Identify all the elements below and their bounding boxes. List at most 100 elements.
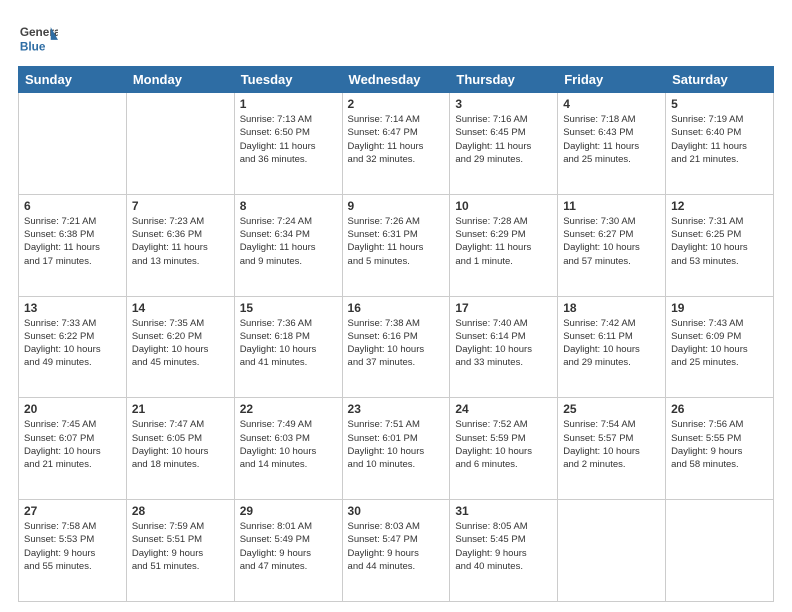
calendar-cell bbox=[126, 93, 234, 195]
calendar-cell: 19Sunrise: 7:43 AM Sunset: 6:09 PM Dayli… bbox=[666, 296, 774, 398]
day-number: 10 bbox=[455, 199, 552, 213]
calendar-cell: 16Sunrise: 7:38 AM Sunset: 6:16 PM Dayli… bbox=[342, 296, 450, 398]
day-info: Sunrise: 7:26 AM Sunset: 6:31 PM Dayligh… bbox=[348, 215, 445, 268]
calendar-cell: 9 Sunrise: 7:26 AM Sunset: 6:31 PM Daylig… bbox=[342, 194, 450, 296]
calendar-cell: 15 Sunrise: 7:36 AM Sunset: 6:18 PM Dayli… bbox=[234, 296, 342, 398]
day-info: Sunrise: 7:28 AM Sunset: 6:29 PM Dayligh… bbox=[455, 215, 552, 268]
calendar-cell: 20Sunrise: 7:45 AM Sunset: 6:07 PM Dayli… bbox=[19, 398, 127, 500]
calendar-cell bbox=[19, 93, 127, 195]
calendar-cell: 5Sunrise: 7:19 AM Sunset: 6:40 PM Daylig… bbox=[666, 93, 774, 195]
calendar-cell bbox=[558, 500, 666, 602]
day-info: Sunrise: 8:03 AM Sunset: 5:47 PM Dayligh… bbox=[348, 520, 445, 573]
day-number: 2 bbox=[348, 97, 445, 111]
day-number: 7 bbox=[132, 199, 229, 213]
day-info: Sunrise: 7:49 AM Sunset: 6:03 PM Dayligh… bbox=[240, 418, 337, 471]
day-number: 27 bbox=[24, 504, 121, 518]
day-info: Sunrise: 7:58 AM Sunset: 5:53 PM Dayligh… bbox=[24, 520, 121, 573]
calendar-cell: 25Sunrise: 7:54 AM Sunset: 5:57 PM Dayli… bbox=[558, 398, 666, 500]
calendar-table: SundayMondayTuesdayWednesdayThursdayFrid… bbox=[18, 66, 774, 602]
calendar-cell bbox=[666, 500, 774, 602]
day-number: 23 bbox=[348, 402, 445, 416]
day-info: Sunrise: 7:35 AM Sunset: 6:20 PM Dayligh… bbox=[132, 317, 229, 370]
day-info: Sunrise: 7:23 AM Sunset: 6:36 PM Dayligh… bbox=[132, 215, 229, 268]
week-row-2: 6Sunrise: 7:21 AM Sunset: 6:38 PM Daylig… bbox=[19, 194, 774, 296]
weekday-header-wednesday: Wednesday bbox=[342, 67, 450, 93]
calendar-cell: 7 Sunrise: 7:23 AM Sunset: 6:36 PM Daylig… bbox=[126, 194, 234, 296]
calendar-cell: 12 Sunrise: 7:31 AM Sunset: 6:25 PM Dayli… bbox=[666, 194, 774, 296]
calendar-cell: 17Sunrise: 7:40 AM Sunset: 6:14 PM Dayli… bbox=[450, 296, 558, 398]
day-info: Sunrise: 7:38 AM Sunset: 6:16 PM Dayligh… bbox=[348, 317, 445, 370]
weekday-header-tuesday: Tuesday bbox=[234, 67, 342, 93]
week-row-4: 20Sunrise: 7:45 AM Sunset: 6:07 PM Dayli… bbox=[19, 398, 774, 500]
calendar-cell: 3 Sunrise: 7:16 AM Sunset: 6:45 PM Daylig… bbox=[450, 93, 558, 195]
day-number: 24 bbox=[455, 402, 552, 416]
svg-text:Blue: Blue bbox=[20, 40, 46, 54]
calendar-cell: 13 Sunrise: 7:33 AM Sunset: 6:22 PM Dayli… bbox=[19, 296, 127, 398]
day-number: 3 bbox=[455, 97, 552, 111]
week-row-5: 27 Sunrise: 7:58 AM Sunset: 5:53 PM Dayli… bbox=[19, 500, 774, 602]
weekday-header-sunday: Sunday bbox=[19, 67, 127, 93]
day-number: 25 bbox=[563, 402, 660, 416]
day-number: 26 bbox=[671, 402, 768, 416]
calendar-cell: 11 Sunrise: 7:30 AM Sunset: 6:27 PM Dayli… bbox=[558, 194, 666, 296]
calendar-cell: 8 Sunrise: 7:24 AM Sunset: 6:34 PM Daylig… bbox=[234, 194, 342, 296]
day-number: 18 bbox=[563, 301, 660, 315]
calendar-cell: 2 Sunrise: 7:14 AM Sunset: 6:47 PM Daylig… bbox=[342, 93, 450, 195]
day-number: 12 bbox=[671, 199, 768, 213]
day-number: 28 bbox=[132, 504, 229, 518]
day-number: 8 bbox=[240, 199, 337, 213]
weekday-header-row: SundayMondayTuesdayWednesdayThursdayFrid… bbox=[19, 67, 774, 93]
day-info: Sunrise: 7:21 AM Sunset: 6:38 PM Dayligh… bbox=[24, 215, 121, 268]
day-info: Sunrise: 7:47 AM Sunset: 6:05 PM Dayligh… bbox=[132, 418, 229, 471]
day-number: 30 bbox=[348, 504, 445, 518]
calendar-cell: 22 Sunrise: 7:49 AM Sunset: 6:03 PM Dayli… bbox=[234, 398, 342, 500]
day-info: Sunrise: 7:30 AM Sunset: 6:27 PM Dayligh… bbox=[563, 215, 660, 268]
day-number: 22 bbox=[240, 402, 337, 416]
logo: General Blue bbox=[18, 18, 58, 58]
day-number: 4 bbox=[563, 97, 660, 111]
calendar-cell: 6Sunrise: 7:21 AM Sunset: 6:38 PM Daylig… bbox=[19, 194, 127, 296]
day-info: Sunrise: 7:14 AM Sunset: 6:47 PM Dayligh… bbox=[348, 113, 445, 166]
calendar-cell: 30 Sunrise: 8:03 AM Sunset: 5:47 PM Dayli… bbox=[342, 500, 450, 602]
logo-icon: General Blue bbox=[18, 18, 58, 58]
calendar-cell: 23 Sunrise: 7:51 AM Sunset: 6:01 PM Dayli… bbox=[342, 398, 450, 500]
weekday-header-friday: Friday bbox=[558, 67, 666, 93]
page-header: General Blue bbox=[18, 18, 774, 58]
day-info: Sunrise: 7:24 AM Sunset: 6:34 PM Dayligh… bbox=[240, 215, 337, 268]
week-row-3: 13 Sunrise: 7:33 AM Sunset: 6:22 PM Dayli… bbox=[19, 296, 774, 398]
calendar-cell: 31Sunrise: 8:05 AM Sunset: 5:45 PM Dayli… bbox=[450, 500, 558, 602]
day-number: 29 bbox=[240, 504, 337, 518]
day-info: Sunrise: 7:40 AM Sunset: 6:14 PM Dayligh… bbox=[455, 317, 552, 370]
day-number: 20 bbox=[24, 402, 121, 416]
day-number: 5 bbox=[671, 97, 768, 111]
day-number: 31 bbox=[455, 504, 552, 518]
day-number: 15 bbox=[240, 301, 337, 315]
day-info: Sunrise: 7:31 AM Sunset: 6:25 PM Dayligh… bbox=[671, 215, 768, 268]
calendar-cell: 4 Sunrise: 7:18 AM Sunset: 6:43 PM Daylig… bbox=[558, 93, 666, 195]
day-info: Sunrise: 7:18 AM Sunset: 6:43 PM Dayligh… bbox=[563, 113, 660, 166]
day-info: Sunrise: 7:56 AM Sunset: 5:55 PM Dayligh… bbox=[671, 418, 768, 471]
weekday-header-thursday: Thursday bbox=[450, 67, 558, 93]
day-number: 9 bbox=[348, 199, 445, 213]
day-number: 11 bbox=[563, 199, 660, 213]
calendar-cell: 24 Sunrise: 7:52 AM Sunset: 5:59 PM Dayli… bbox=[450, 398, 558, 500]
day-info: Sunrise: 7:43 AM Sunset: 6:09 PM Dayligh… bbox=[671, 317, 768, 370]
day-info: Sunrise: 7:51 AM Sunset: 6:01 PM Dayligh… bbox=[348, 418, 445, 471]
day-info: Sunrise: 7:42 AM Sunset: 6:11 PM Dayligh… bbox=[563, 317, 660, 370]
calendar-cell: 10 Sunrise: 7:28 AM Sunset: 6:29 PM Dayli… bbox=[450, 194, 558, 296]
day-info: Sunrise: 7:36 AM Sunset: 6:18 PM Dayligh… bbox=[240, 317, 337, 370]
day-info: Sunrise: 7:13 AM Sunset: 6:50 PM Dayligh… bbox=[240, 113, 337, 166]
calendar-cell: 27 Sunrise: 7:58 AM Sunset: 5:53 PM Dayli… bbox=[19, 500, 127, 602]
calendar-cell: 1Sunrise: 7:13 AM Sunset: 6:50 PM Daylig… bbox=[234, 93, 342, 195]
day-number: 13 bbox=[24, 301, 121, 315]
calendar-cell: 29 Sunrise: 8:01 AM Sunset: 5:49 PM Dayli… bbox=[234, 500, 342, 602]
week-row-1: 1Sunrise: 7:13 AM Sunset: 6:50 PM Daylig… bbox=[19, 93, 774, 195]
day-info: Sunrise: 7:16 AM Sunset: 6:45 PM Dayligh… bbox=[455, 113, 552, 166]
day-info: Sunrise: 7:52 AM Sunset: 5:59 PM Dayligh… bbox=[455, 418, 552, 471]
day-number: 14 bbox=[132, 301, 229, 315]
day-info: Sunrise: 8:01 AM Sunset: 5:49 PM Dayligh… bbox=[240, 520, 337, 573]
day-info: Sunrise: 7:33 AM Sunset: 6:22 PM Dayligh… bbox=[24, 317, 121, 370]
calendar-cell: 21Sunrise: 7:47 AM Sunset: 6:05 PM Dayli… bbox=[126, 398, 234, 500]
calendar-cell: 18 Sunrise: 7:42 AM Sunset: 6:11 PM Dayli… bbox=[558, 296, 666, 398]
calendar-cell: 14 Sunrise: 7:35 AM Sunset: 6:20 PM Dayli… bbox=[126, 296, 234, 398]
